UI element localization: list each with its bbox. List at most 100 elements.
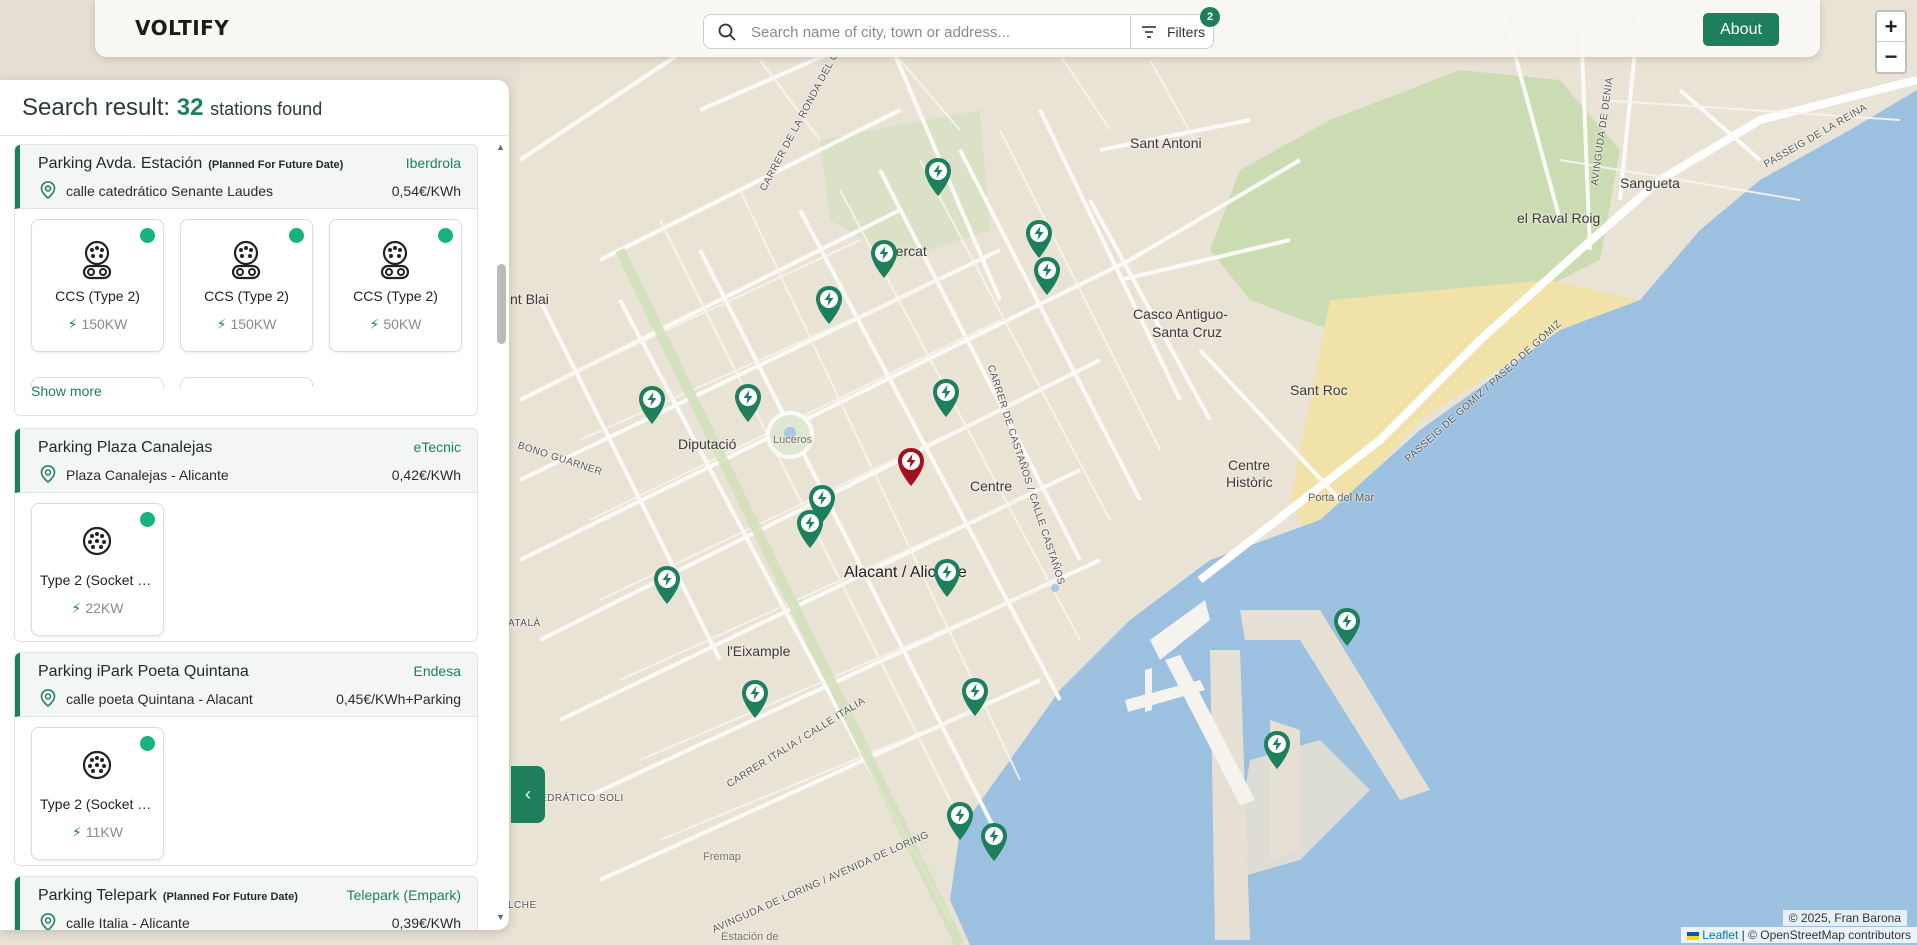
station-address: calle catedrático Senante Laudes bbox=[66, 183, 274, 199]
collapse-panel-button[interactable]: ‹ bbox=[511, 766, 545, 823]
connector-type: CCS (Type 2) bbox=[204, 288, 289, 304]
zoom-in-button[interactable]: + bbox=[1877, 12, 1905, 42]
scrollbar-thumb[interactable] bbox=[497, 264, 506, 344]
station-marker[interactable] bbox=[931, 378, 961, 418]
selected-station-marker[interactable] bbox=[896, 447, 926, 487]
connector-power: ⚡ 11KW bbox=[72, 824, 123, 840]
station-marker[interactable] bbox=[923, 157, 953, 197]
station-marker[interactable] bbox=[1332, 607, 1362, 647]
voltify-logo[interactable]: VOLTIFY bbox=[135, 16, 229, 40]
zoom-control: + − bbox=[1875, 10, 1907, 74]
connector-type: CCS (Type 2) bbox=[353, 288, 438, 304]
available-status-dot bbox=[140, 512, 155, 527]
place-label: Centre bbox=[970, 478, 1013, 494]
station-marker[interactable] bbox=[652, 565, 682, 605]
station-marker[interactable] bbox=[1032, 256, 1062, 296]
location-pin-icon bbox=[40, 181, 56, 204]
osm-attribution[interactable]: | © OpenStreetMap contributors bbox=[1742, 928, 1911, 942]
connector-list: CCS (Type 2) ⚡ 150KW CCS (Type 2) ⚡ 150KW … bbox=[15, 209, 477, 352]
show-more-link[interactable]: Show more bbox=[31, 383, 102, 399]
station-card[interactable]: Parking Avda. Estación (Planned For Futur… bbox=[14, 144, 478, 416]
connector-list: Type 2 (Socket Only) ⚡ 11KW bbox=[15, 717, 477, 860]
connector-power: ⚡ 150KW bbox=[216, 316, 277, 332]
place-label: Sant Antoni bbox=[1130, 135, 1202, 151]
station-marker[interactable] bbox=[795, 509, 825, 549]
station-marker[interactable] bbox=[733, 383, 763, 423]
station-marker[interactable] bbox=[869, 239, 899, 279]
station-note: (Planned For Future Date) bbox=[162, 891, 298, 903]
connector-card[interactable]: CCS (Type 2) ⚡ 150KW bbox=[31, 219, 164, 352]
bolt-icon: ⚡ bbox=[369, 316, 380, 332]
ccs-plug-icon bbox=[80, 240, 114, 285]
station-price: 0,45€/KWh+Parking bbox=[336, 691, 461, 707]
place-label: Porta del Mar bbox=[1308, 492, 1375, 504]
connector-card[interactable]: CCS (Type 2) ⚡ 50KW bbox=[329, 219, 462, 352]
station-card[interactable]: Parking Telepark (Planned For Future Date… bbox=[14, 876, 478, 930]
place-label: Sangueta bbox=[1620, 175, 1680, 191]
street-label: LCHE bbox=[508, 900, 537, 911]
place-label: Històric bbox=[1226, 474, 1273, 490]
place-label: el Raval Roig bbox=[1517, 210, 1601, 226]
station-name: Parking Plaza Canalejas bbox=[38, 439, 213, 456]
zoom-out-button[interactable]: − bbox=[1877, 42, 1905, 72]
bolt-icon: ⚡ bbox=[72, 824, 82, 840]
bolt-icon: ⚡ bbox=[67, 316, 78, 332]
connector-power: ⚡ 22KW bbox=[71, 600, 124, 616]
connector-card[interactable]: Type 2 (Socket Only) ⚡ 11KW bbox=[31, 727, 164, 860]
station-marker[interactable] bbox=[945, 801, 975, 841]
results-count: 32 bbox=[176, 94, 204, 121]
available-status-dot bbox=[140, 228, 155, 243]
copyright-notice: © 2025, Fran Barona bbox=[1782, 910, 1907, 926]
station-marker[interactable] bbox=[1262, 730, 1292, 770]
available-status-dot bbox=[140, 736, 155, 751]
station-address: calle poeta Quintana - Alacant bbox=[66, 691, 253, 707]
station-marker[interactable] bbox=[932, 558, 962, 598]
street-label: ATALÀ bbox=[508, 618, 541, 629]
station-operator: eTecnic bbox=[413, 439, 461, 455]
list-scrollbar[interactable]: ▲ ▼ bbox=[495, 142, 507, 922]
place-label: Luceros bbox=[773, 434, 813, 446]
station-marker[interactable] bbox=[1024, 219, 1054, 259]
ukraine-flag-icon bbox=[1687, 931, 1700, 940]
connector-card[interactable]: Type 2 (Socket Only) ⚡ 22KW bbox=[31, 503, 164, 636]
station-operator: Telepark (Empark) bbox=[346, 887, 461, 903]
place-label: Casco Antiguo- bbox=[1133, 306, 1228, 322]
station-price: 0,42€/KWh bbox=[391, 467, 461, 483]
bolt-icon: ⚡ bbox=[71, 600, 82, 616]
ccs-plug-icon bbox=[378, 240, 412, 285]
type2-plug-icon bbox=[80, 748, 114, 787]
scroll-down-arrow-icon[interactable]: ▼ bbox=[496, 912, 505, 922]
station-card[interactable]: Parking iPark Poeta Quintana Endesa call… bbox=[14, 652, 478, 866]
connector-card[interactable]: CCS (Type 2) ⚡ 150KW bbox=[180, 219, 313, 352]
station-marker[interactable] bbox=[960, 677, 990, 717]
results-heading: Search result: 32 stations found bbox=[22, 94, 322, 122]
station-header: Parking Plaza Canalejas eTecnic Plaza Ca… bbox=[15, 429, 477, 493]
filters-count-badge: 2 bbox=[1200, 7, 1220, 27]
place-label: Santa Cruz bbox=[1152, 324, 1223, 340]
available-status-dot bbox=[438, 228, 453, 243]
station-marker[interactable] bbox=[740, 679, 770, 719]
connector-power: ⚡ 50KW bbox=[369, 316, 422, 332]
station-marker[interactable] bbox=[979, 822, 1009, 862]
connector-type: Type 2 (Socket Only) bbox=[40, 572, 163, 588]
search-input[interactable] bbox=[751, 21, 1091, 43]
location-pin-icon bbox=[40, 465, 56, 488]
place-label: Diputació bbox=[678, 436, 737, 452]
connector-card-peek bbox=[180, 377, 313, 387]
station-card[interactable]: Parking Plaza Canalejas eTecnic Plaza Ca… bbox=[14, 428, 478, 642]
station-header: Parking Telepark (Planned For Future Date… bbox=[15, 877, 477, 930]
location-pin-icon bbox=[40, 689, 56, 712]
map-attribution: Leaflet | © OpenStreetMap contributors bbox=[1681, 927, 1917, 943]
filter-icon bbox=[1141, 25, 1157, 42]
station-marker[interactable] bbox=[637, 385, 667, 425]
about-button[interactable]: About bbox=[1703, 13, 1779, 46]
type2-plug-icon bbox=[80, 524, 114, 563]
scroll-up-arrow-icon[interactable]: ▲ bbox=[496, 142, 505, 152]
street-label: EDRÁTICO SOLI bbox=[540, 793, 624, 804]
leaflet-link[interactable]: Leaflet bbox=[1702, 928, 1738, 942]
place-label: l'Eixample bbox=[727, 643, 791, 659]
station-address: Plaza Canalejas - Alicante bbox=[66, 467, 229, 483]
station-list[interactable]: Parking Avda. Estación (Planned For Futur… bbox=[0, 136, 509, 930]
connector-list: Type 2 (Socket Only) ⚡ 22KW bbox=[15, 493, 477, 636]
station-marker[interactable] bbox=[814, 285, 844, 325]
